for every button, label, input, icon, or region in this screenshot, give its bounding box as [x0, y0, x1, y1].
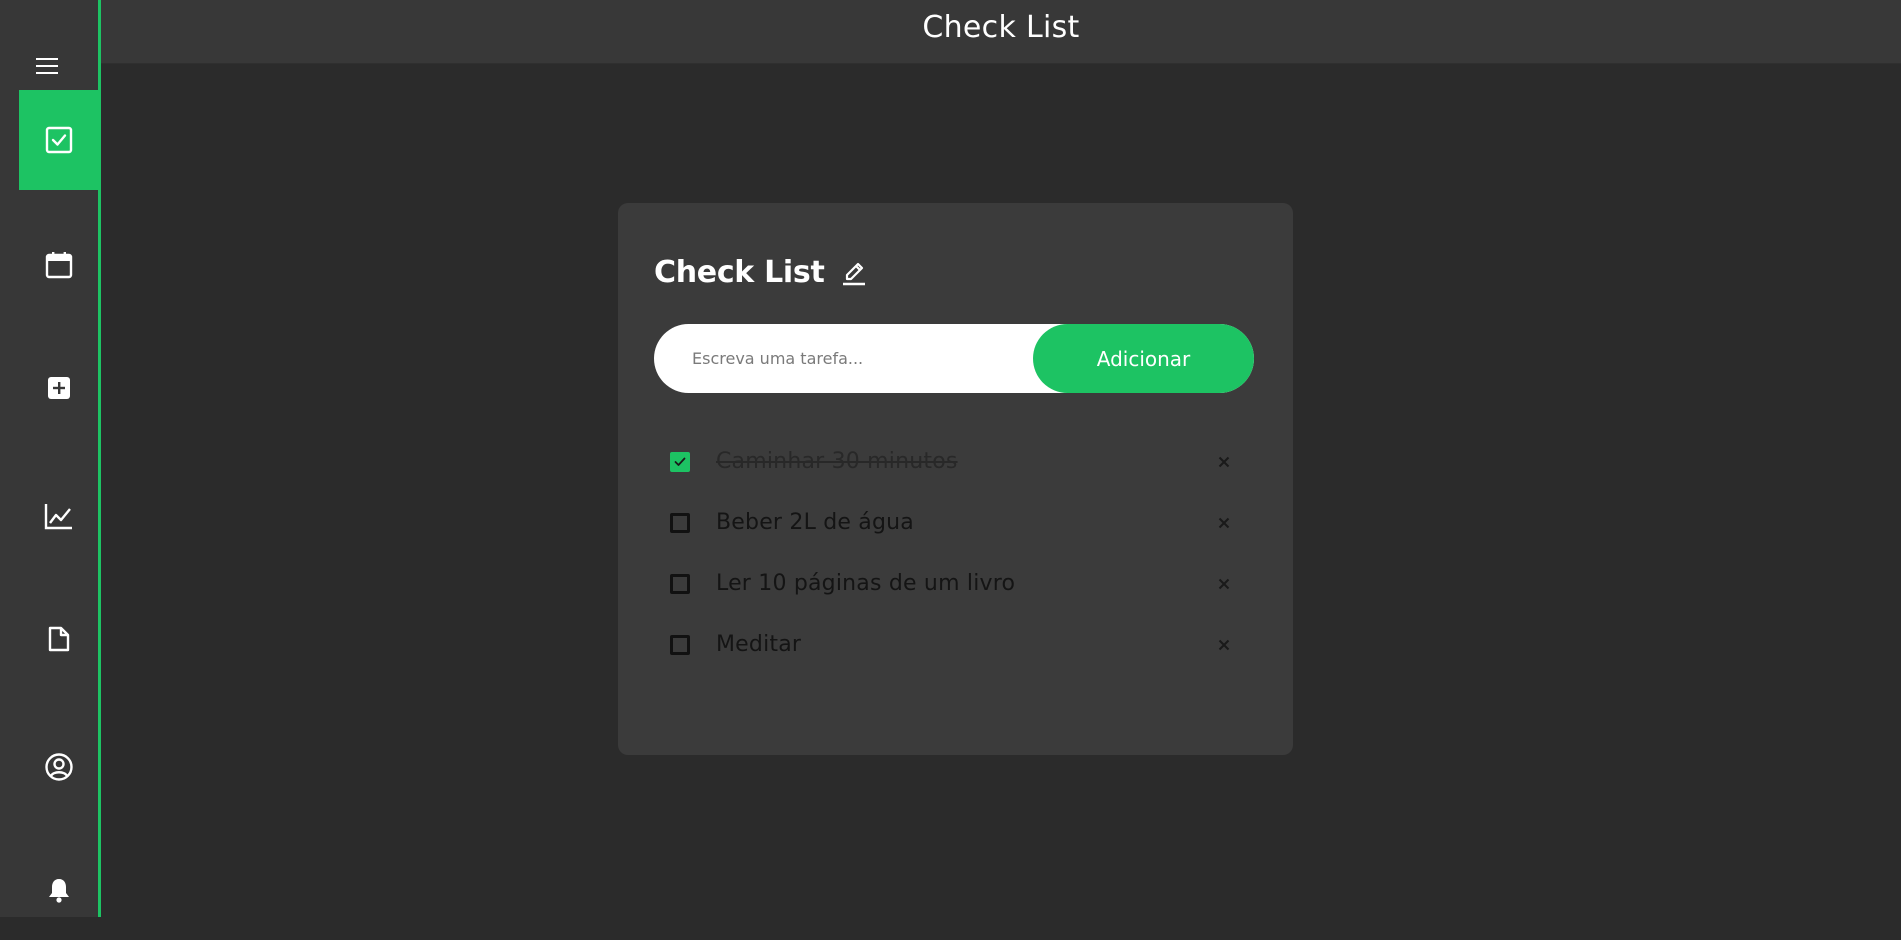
- task-item: Caminhar 30 minutos: [670, 431, 1250, 492]
- hamburger-menu-icon: [36, 58, 58, 74]
- task-item: Beber 2L de água: [670, 492, 1250, 553]
- sidebar-item-stats[interactable]: [19, 466, 98, 566]
- task-label: Beber 2L de água: [716, 510, 914, 535]
- sidebar-item-document[interactable]: [19, 589, 98, 689]
- add-task-button[interactable]: Adicionar: [1033, 324, 1254, 393]
- card-header: Check List: [654, 255, 867, 290]
- pencil-icon: [842, 262, 865, 285]
- menu-toggle-button[interactable]: [32, 52, 62, 80]
- remove-task-button[interactable]: [1214, 452, 1234, 472]
- task-label: Meditar: [716, 632, 802, 657]
- task-item: Meditar: [670, 614, 1250, 675]
- page-title: Check List: [922, 10, 1080, 45]
- checklist-card: Check List Adicionar Caminhar 30 minutos: [618, 203, 1293, 755]
- task-list: Caminhar 30 minutos Beber 2L de água Ler…: [670, 431, 1250, 675]
- task-checkbox[interactable]: [670, 512, 690, 533]
- file-icon: [48, 626, 69, 652]
- top-bar: Check List: [101, 0, 1901, 64]
- close-icon: [1218, 639, 1230, 650]
- remove-task-button[interactable]: [1214, 635, 1234, 655]
- close-icon: [1218, 578, 1230, 589]
- close-icon: [1218, 456, 1230, 467]
- checkmark-icon: [674, 457, 686, 466]
- task-checkbox[interactable]: [670, 573, 690, 594]
- plus-square-icon: [47, 377, 70, 399]
- sidebar-item-checklist[interactable]: [19, 90, 98, 190]
- add-task-form: Adicionar: [654, 324, 1254, 393]
- user-circle-icon: [44, 753, 73, 781]
- task-checkbox[interactable]: [670, 634, 690, 655]
- sidebar-item-add[interactable]: [19, 338, 98, 438]
- sidebar-item-profile[interactable]: [19, 717, 98, 817]
- task-item: Ler 10 páginas de um livro: [670, 553, 1250, 614]
- remove-task-button[interactable]: [1214, 574, 1234, 594]
- checkbox-icon: [45, 126, 72, 154]
- line-chart-icon: [44, 504, 72, 530]
- task-label: Ler 10 páginas de um livro: [716, 571, 1016, 596]
- sidebar-item-notifications[interactable]: [19, 840, 98, 940]
- remove-task-button[interactable]: [1214, 513, 1234, 533]
- sidebar: [0, 0, 101, 917]
- edit-title-button[interactable]: [841, 258, 867, 288]
- bell-icon: [48, 879, 69, 903]
- close-icon: [1218, 517, 1230, 528]
- sidebar-item-calendar[interactable]: [19, 215, 98, 315]
- calendar-icon: [45, 252, 72, 279]
- task-checkbox[interactable]: [670, 451, 690, 472]
- card-title: Check List: [654, 255, 825, 290]
- task-label: Caminhar 30 minutos: [716, 449, 958, 474]
